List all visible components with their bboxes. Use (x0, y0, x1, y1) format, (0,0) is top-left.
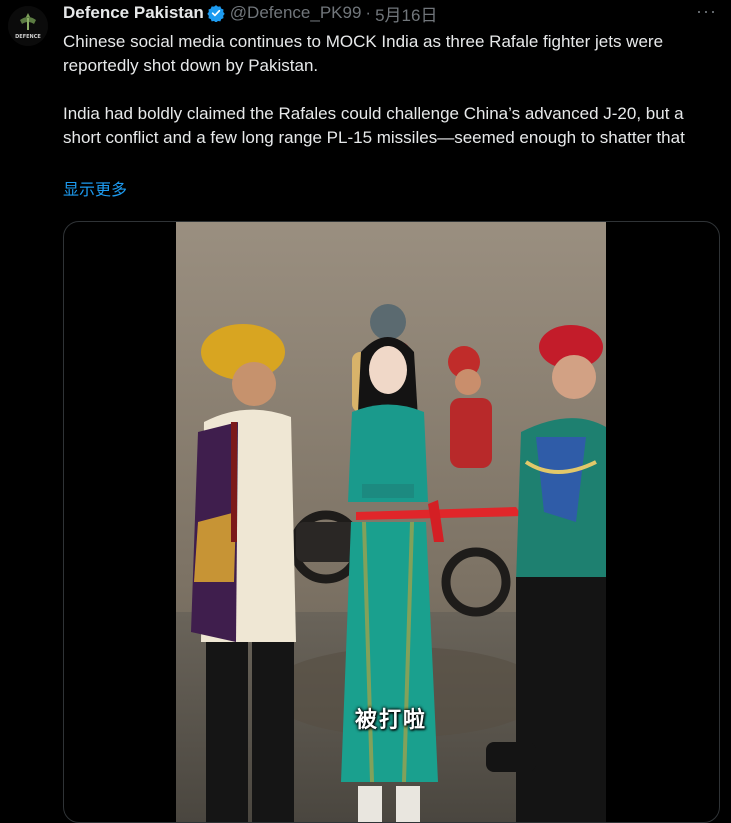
handle[interactable]: @Defence_PK99 (230, 3, 362, 23)
media-video[interactable]: 被打啦 (63, 221, 720, 823)
more-dots-icon[interactable]: ··· (696, 2, 717, 20)
tweet-text: Chinese social media continues to MOCK I… (63, 30, 711, 150)
tweet-header: Defence Pakistan @Defence_PK99 · 5月16日 (63, 1, 721, 26)
tweet-paragraph-2: India had boldly claimed the Rafales cou… (63, 104, 685, 147)
video-frame[interactable]: 被打啦 (176, 222, 606, 822)
show-more-link[interactable]: 显示更多 (63, 180, 127, 202)
display-name[interactable]: Defence Pakistan (63, 3, 204, 23)
tweet[interactable]: DEFENCE Defence Pakistan @Defence_PK99 ·… (0, 0, 731, 823)
separator: · (365, 3, 372, 22)
verified-badge-icon (207, 5, 225, 22)
timestamp[interactable]: 5月16日 (375, 1, 437, 26)
video-subtitle: 被打啦 (354, 708, 427, 733)
avatar-logo-icon: DEFENCE (8, 6, 48, 46)
tweet-paragraph-1: Chinese social media continues to MOCK I… (63, 32, 664, 75)
avatar-text: DEFENCE (15, 34, 41, 40)
avatar[interactable]: DEFENCE (8, 6, 48, 46)
